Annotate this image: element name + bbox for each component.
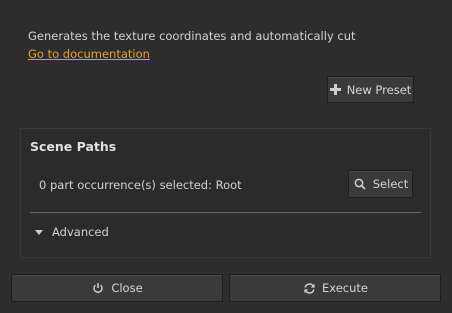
search-icon <box>353 177 367 191</box>
execute-button[interactable]: Execute <box>229 274 441 302</box>
advanced-toggle[interactable]: Advanced <box>35 225 109 239</box>
scene-paths-panel: Scene Paths 0 part occurrence(s) selecte… <box>20 128 431 258</box>
close-button[interactable]: Close <box>11 274 223 302</box>
close-label: Close <box>111 281 143 295</box>
execute-label: Execute <box>322 281 368 295</box>
refresh-icon <box>302 281 316 295</box>
new-preset-label: New Preset <box>346 82 412 97</box>
documentation-link[interactable]: Go to documentation <box>28 47 150 61</box>
triangle-down-icon <box>35 229 43 235</box>
plus-icon <box>329 84 341 95</box>
select-label: Select <box>372 177 409 191</box>
scene-paths-title: Scene Paths <box>30 139 117 154</box>
description-text: Generates the texture coordinates and au… <box>28 29 356 43</box>
select-button[interactable]: Select <box>348 170 413 198</box>
advanced-label: Advanced <box>52 225 109 239</box>
new-preset-button[interactable]: New Preset <box>327 76 414 103</box>
power-icon <box>91 281 105 295</box>
selection-status: 0 part occurrence(s) selected: Root <box>39 178 242 192</box>
divider <box>30 212 421 213</box>
